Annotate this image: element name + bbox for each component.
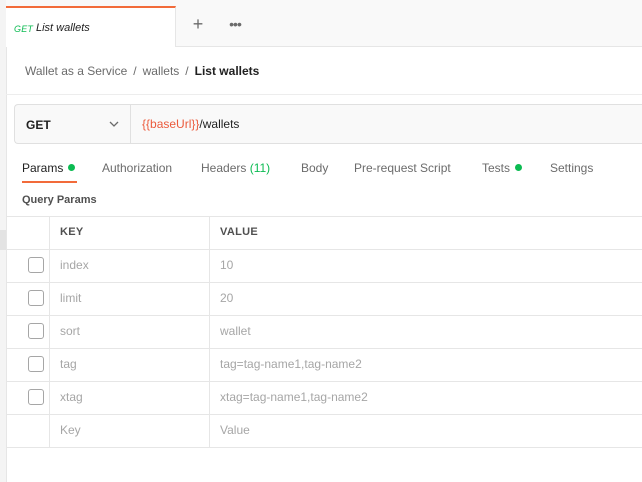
param-value[interactable]: xtag=tag-name1,tag-name2 [220,390,368,404]
tests-indicator-dot [515,164,523,171]
param-value[interactable]: 10 [220,258,233,272]
table-row: sort wallet [6,315,642,348]
param-value[interactable]: 20 [220,291,233,305]
param-value[interactable]: tag=tag-name1,tag-name2 [220,357,362,371]
param-key[interactable]: tag [60,357,77,371]
tab-pre-request-script-label: Pre-request Script [354,161,451,175]
tab-body-label: Body [301,161,329,175]
headers-count: (11) [249,161,271,175]
tab-body[interactable]: Body [301,161,328,175]
query-params-title: Query Params [22,194,97,206]
chevron-down-icon [109,121,119,127]
request-tab-bar: GET List wallets + ••• [6,0,642,47]
breadcrumb-separator: / [185,64,189,78]
tab-tests[interactable]: Tests [482,161,523,175]
tab-pre-request-script[interactable]: Pre-request Script [354,161,451,175]
method-select[interactable]: GET [15,105,131,143]
column-header-key: KEY [60,226,84,238]
breadcrumb-separator: / [133,64,137,78]
table-row: index 10 [6,249,642,282]
column-header-value: VALUE [220,226,258,238]
table-row: limit 20 [6,282,642,315]
param-value[interactable]: wallet [220,324,251,338]
tab-authorization-label: Authorization [102,161,173,175]
breadcrumb-current[interactable]: List wallets [195,64,260,78]
header-divider [6,94,642,95]
param-checkbox[interactable] [28,290,44,306]
tab-headers-label: Headers [201,161,247,175]
tab-method-badge: GET [14,24,34,34]
param-checkbox[interactable] [28,356,44,372]
url-input[interactable]: {{baseUrl}}/wallets [142,117,239,131]
new-key-input[interactable]: Key [60,423,81,437]
tab-settings-label: Settings [550,161,594,175]
tab-list-wallets[interactable]: GET List wallets [6,6,176,47]
new-value-input[interactable]: Value [220,423,250,437]
param-key[interactable]: xtag [60,390,83,404]
method-label: GET [26,118,51,132]
table-row: xtag xtag=tag-name1,tag-name2 [6,381,642,414]
more-tabs-button[interactable]: ••• [225,14,245,34]
ellipsis-icon: ••• [229,16,242,32]
query-params-table: KEY VALUE index 10 limit 20 sort wallet … [6,216,642,448]
active-tab-underline [22,181,77,183]
tab-params-label: Params [22,161,64,175]
tab-tests-label: Tests [482,161,511,175]
table-border [6,216,642,217]
param-checkbox[interactable] [28,323,44,339]
table-row: tag tag=tag-name1,tag-name2 [6,348,642,381]
param-checkbox[interactable] [28,257,44,273]
table-border [6,447,642,448]
tab-headers[interactable]: Headers (11) [201,161,270,175]
tab-authorization[interactable]: Authorization [102,161,172,175]
param-checkbox[interactable] [28,389,44,405]
tab-settings[interactable]: Settings [550,161,593,175]
params-indicator-dot [68,164,76,171]
url-path: /wallets [199,117,240,131]
param-key[interactable]: sort [60,324,80,338]
url-variable: {{baseUrl}} [142,117,200,131]
breadcrumb-folder[interactable]: wallets [143,64,180,78]
tab-title: List wallets [36,22,90,34]
param-key[interactable]: index [60,258,89,272]
param-key[interactable]: limit [60,291,81,305]
breadcrumb: Wallet as a Service / wallets / List wallets [25,64,259,78]
new-tab-button[interactable]: + [188,14,208,34]
breadcrumb-collection[interactable]: Wallet as a Service [25,64,127,78]
plus-icon: + [192,14,204,34]
tab-params[interactable]: Params [22,161,76,175]
new-param-row: Key Value [6,414,642,447]
url-bar: GET {{baseUrl}}/wallets [14,104,642,144]
